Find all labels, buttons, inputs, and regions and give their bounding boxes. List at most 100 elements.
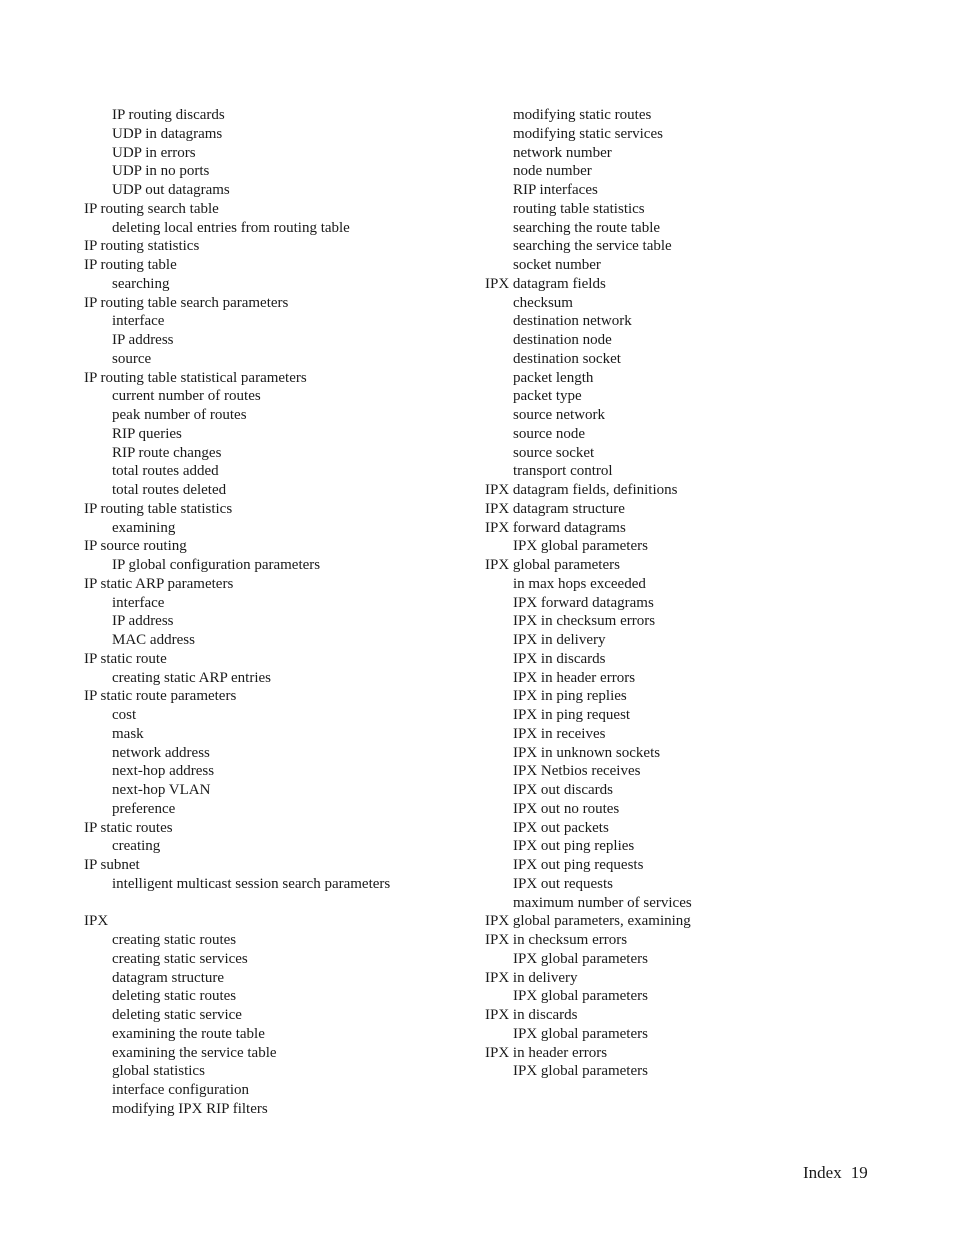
index-subentry: routing table statistics (513, 200, 645, 217)
index-subentry: socket number (513, 257, 601, 273)
index-entry: IPX global parameters, examining (485, 913, 691, 930)
index-subentry: checksum (513, 294, 573, 311)
index-subentry: in max hops exceeded (513, 575, 646, 592)
index-subentry: IPX out packets (513, 819, 609, 836)
index-subentry: interface (112, 594, 165, 611)
index-subentry: destination socket (513, 350, 621, 367)
index-subentry: IPX out ping replies (513, 838, 635, 855)
index-subentry: transport control (513, 463, 613, 480)
index-subentry: deleting static service (112, 1007, 242, 1023)
index-subentry: IP address (112, 332, 174, 348)
index-subentry: node number (513, 163, 592, 180)
index-subentry: IP global configuration parameters (112, 557, 321, 573)
index-subentry: IP routing discards (112, 107, 225, 123)
index-subentry: IPX global parameters (513, 950, 648, 967)
index-subentry: deleting local entries from routing tabl… (112, 219, 350, 236)
index-entry: IPX forward datagrams (485, 519, 626, 536)
page-footer: Index 19 (803, 1163, 868, 1183)
index-subentry: IPX in unknown sockets (513, 744, 661, 761)
index-subentry: IPX in discards (513, 650, 606, 667)
index-subentry: MAC address (112, 632, 195, 648)
index-entry: IP static route parameters (84, 688, 237, 705)
index-subentry: examining the service table (112, 1044, 277, 1061)
index-subentry: creating static routes (112, 932, 237, 948)
index-subentry: IPX global parameters (513, 1025, 648, 1042)
index-subentry: UDP in datagrams (112, 125, 223, 142)
index-subentry: IPX global parameters (513, 538, 648, 555)
index-subentry: modifying IPX RIP filters (112, 1100, 268, 1117)
index-subentry: IPX global parameters (513, 988, 648, 1005)
index-subentry: global statistics (112, 1063, 205, 1080)
index-subentry: network address (112, 744, 210, 761)
index-entry: IP static routes (84, 819, 173, 836)
index-subentry: creating static services (112, 950, 248, 967)
index-subentry: IPX in receives (513, 725, 606, 742)
index-entry: IPX datagram fields, definitions (485, 482, 678, 498)
index-subentry: IPX in delivery (513, 632, 606, 648)
index-subentry: total routes added (112, 463, 219, 480)
index-subentry: source node (513, 425, 586, 442)
index-subentry: IP address (112, 613, 174, 630)
index-entry: IPX (84, 913, 109, 930)
index-subentry: searching (112, 275, 170, 292)
index-entry: IP source routing (84, 538, 187, 555)
index-entry: IPX in discards (485, 1007, 578, 1023)
index-entry: IP routing table (84, 257, 177, 273)
index-entry: IP static ARP parameters (84, 575, 234, 592)
index-subentry: UDP in no ports (112, 163, 210, 180)
index-subentry: IPX in checksum errors (513, 613, 656, 630)
index-subentry: UDP in errors (112, 144, 196, 161)
index-entry: IP routing statistics (84, 238, 200, 255)
index-subentry: source socket (513, 444, 595, 461)
index-entry: IP routing search table (84, 200, 219, 217)
index-subentry: network number (513, 144, 612, 161)
index-entry: IP routing table statistical parameters (84, 369, 307, 386)
index-column-right: modifying static routes modifying static … (485, 106, 885, 1081)
index-subentry: destination network (513, 313, 632, 330)
index-entry: IPX datagram structure (485, 500, 625, 517)
index-subentry: peak number of routes (112, 407, 247, 423)
index-subentry: source (112, 350, 152, 367)
index-subentry: interface (112, 313, 165, 330)
index-subentry: intelligent multicast session search par… (112, 875, 391, 892)
index-subentry: creating static ARP entries (112, 669, 271, 686)
index-entry: IPX in header errors (485, 1044, 608, 1061)
index-subentry: interface configuration (112, 1082, 250, 1098)
index-subentry: source network (513, 407, 606, 423)
footer-section-label: Index (803, 1163, 842, 1182)
index-subentry: total routes deleted (112, 482, 227, 498)
index-subentry: modifying static routes (513, 107, 652, 123)
index-subentry: IPX out requests (513, 875, 613, 892)
index-subentry: IPX forward datagrams (513, 594, 654, 611)
index-subentry: IPX in ping replies (513, 688, 627, 705)
index-subentry: RIP interfaces (513, 182, 598, 198)
index-subentry: packet type (513, 388, 582, 405)
index-subentry: next-hop address (112, 763, 215, 780)
index-subentry: IPX Netbios receives (513, 763, 641, 780)
index-subentry: next-hop VLAN (112, 782, 211, 798)
index-subentry: mask (112, 725, 144, 742)
index-subentry: UDP out datagrams (112, 182, 230, 198)
index-subentry: IPX out ping requests (513, 857, 644, 873)
index-entry: IPX in checksum errors (485, 932, 628, 948)
index-column-left: IP routing discards UDP in datagrams UDP i… (84, 106, 464, 1119)
index-entry: IPX in delivery (485, 969, 578, 986)
index-subentry: RIP route changes (112, 444, 222, 461)
index-entry: IPX global parameters (485, 557, 620, 573)
index-subentry: destination node (513, 332, 612, 348)
index-subentry: searching the service table (513, 238, 672, 255)
index-entry: IP routing table search parameters (84, 294, 289, 311)
index-subentry: RIP queries (112, 425, 182, 442)
index-subentry: datagram structure (112, 969, 225, 986)
index-subentry: IPX out no routes (513, 800, 620, 817)
page-number: 19 (850, 1163, 868, 1182)
index-entry: IP routing table statistics (84, 500, 233, 517)
index-subentry: maximum number of services (513, 894, 692, 911)
index-subentry: IPX in header errors (513, 669, 636, 686)
index-subentry: IPX in ping request (513, 707, 631, 723)
index-subentry: IPX out discards (513, 782, 613, 798)
index-entry: IP static route (84, 650, 167, 667)
index-subentry: deleting static routes (112, 988, 237, 1005)
index-subentry: modifying static services (513, 125, 663, 142)
